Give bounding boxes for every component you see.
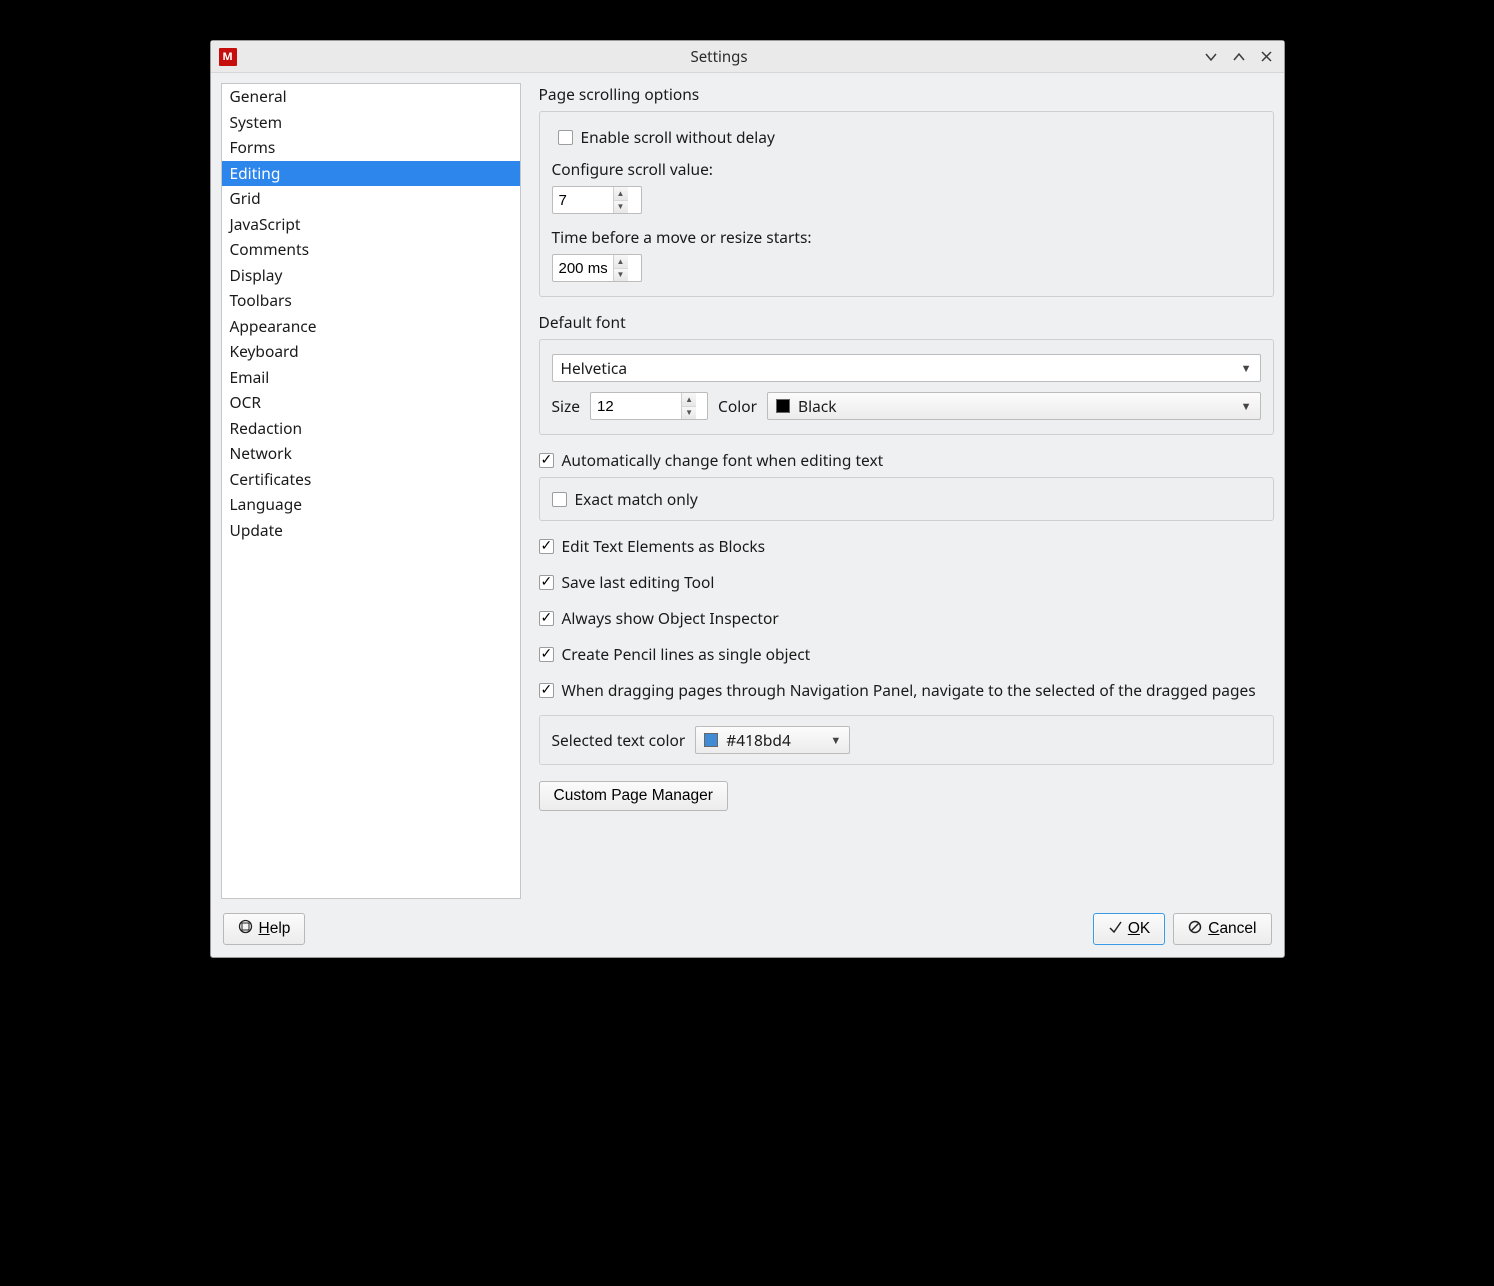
- titlebar: Settings: [211, 41, 1284, 73]
- sidebar-item-comments[interactable]: Comments: [222, 237, 520, 263]
- exact-match-checkbox[interactable]: Exact match only: [552, 488, 1261, 510]
- editing-flags-list: Edit Text Elements as Blocks Save last ed…: [539, 535, 1274, 701]
- settings-content: Page scrolling options Enable scroll wit…: [521, 83, 1274, 899]
- spinner-up-icon[interactable]: ▲: [614, 187, 628, 201]
- minimize-icon[interactable]: [1202, 48, 1220, 66]
- enable-scroll-label: Enable scroll without delay: [581, 126, 775, 148]
- sidebar-item-grid[interactable]: Grid: [222, 186, 520, 212]
- exact-match-input[interactable]: [552, 492, 567, 507]
- spinner-up-icon[interactable]: ▲: [682, 393, 696, 407]
- sidebar-item-display[interactable]: Display: [222, 263, 520, 289]
- font-family-combo[interactable]: Helvetica ▼: [552, 354, 1261, 382]
- app-icon: [219, 48, 237, 66]
- help-icon: [238, 919, 253, 939]
- cancel-icon: [1188, 920, 1202, 939]
- help-button[interactable]: Help: [223, 913, 306, 945]
- font-size-input[interactable]: [591, 393, 681, 419]
- enable-scroll-input[interactable]: [558, 130, 573, 145]
- sidebar-item-language[interactable]: Language: [222, 492, 520, 518]
- flag-input-4[interactable]: [539, 683, 554, 698]
- sidebar-item-editing[interactable]: Editing: [222, 161, 520, 187]
- scroll-value-spinner[interactable]: ▲ ▼: [552, 186, 642, 214]
- flag-input-3[interactable]: [539, 647, 554, 662]
- cancel-label: Cancel: [1208, 920, 1256, 938]
- chevron-down-icon: ▼: [1241, 399, 1252, 414]
- selected-text-color-label: Selected text color: [552, 729, 686, 751]
- color-swatch-icon: [704, 733, 718, 747]
- font-color-value: Black: [798, 395, 1233, 417]
- flag-input-1[interactable]: [539, 575, 554, 590]
- flag-checkbox-3[interactable]: Create Pencil lines as single object: [539, 643, 811, 665]
- font-size-label: Size: [552, 395, 581, 417]
- resize-delay-spinner[interactable]: ▲ ▼: [552, 254, 642, 282]
- sidebar-item-update[interactable]: Update: [222, 518, 520, 544]
- spinner-down-icon[interactable]: ▼: [614, 201, 628, 214]
- selected-text-color-combo[interactable]: #418bd4 ▼: [695, 726, 850, 754]
- help-label: Help: [259, 920, 291, 938]
- exact-match-label: Exact match only: [575, 488, 698, 510]
- flag-input-0[interactable]: [539, 539, 554, 554]
- auto-font-label: Automatically change font when editing t…: [562, 449, 884, 471]
- font-color-label: Color: [718, 395, 757, 417]
- chevron-down-icon: ▼: [1241, 361, 1252, 376]
- sidebar-item-forms[interactable]: Forms: [222, 135, 520, 161]
- selected-text-color-group: Selected text color #418bd4 ▼: [539, 715, 1274, 765]
- sidebar-item-redaction[interactable]: Redaction: [222, 416, 520, 442]
- flag-checkbox-4[interactable]: When dragging pages through Navigation P…: [539, 679, 1256, 701]
- ok-label: OK: [1128, 920, 1150, 938]
- flag-checkbox-0[interactable]: Edit Text Elements as Blocks: [539, 535, 766, 557]
- enable-scroll-checkbox[interactable]: Enable scroll without delay: [558, 126, 775, 148]
- configure-scroll-label: Configure scroll value:: [552, 158, 713, 180]
- auto-font-input[interactable]: [539, 453, 554, 468]
- scroll-section-title: Page scrolling options: [539, 83, 1274, 105]
- sidebar-item-keyboard[interactable]: Keyboard: [222, 339, 520, 365]
- font-section-title: Default font: [539, 311, 1274, 333]
- sidebar-item-toolbars[interactable]: Toolbars: [222, 288, 520, 314]
- maximize-icon[interactable]: [1230, 48, 1248, 66]
- auto-font-checkbox[interactable]: Automatically change font when editing t…: [539, 449, 884, 471]
- font-family-value: Helvetica: [561, 357, 1233, 379]
- flag-label-0: Edit Text Elements as Blocks: [562, 535, 766, 557]
- sidebar-item-general[interactable]: General: [222, 84, 520, 110]
- font-color-combo[interactable]: Black ▼: [767, 392, 1261, 420]
- exact-match-group: Exact match only: [539, 477, 1274, 521]
- spinner-down-icon[interactable]: ▼: [614, 269, 628, 282]
- flag-label-3: Create Pencil lines as single object: [562, 643, 811, 665]
- sidebar-item-network[interactable]: Network: [222, 441, 520, 467]
- sidebar-item-certificates[interactable]: Certificates: [222, 467, 520, 493]
- resize-delay-label: Time before a move or resize starts:: [552, 226, 812, 248]
- cancel-button[interactable]: Cancel: [1173, 913, 1271, 945]
- dialog-footer: Help OK Cancel: [211, 909, 1284, 957]
- flag-label-1: Save last editing Tool: [562, 571, 715, 593]
- sidebar-item-ocr[interactable]: OCR: [222, 390, 520, 416]
- scroll-value-input[interactable]: [553, 187, 613, 213]
- flag-input-2[interactable]: [539, 611, 554, 626]
- window-title: Settings: [237, 47, 1202, 67]
- sidebar-item-javascript[interactable]: JavaScript: [222, 212, 520, 238]
- category-sidebar: GeneralSystemFormsEditingGridJavaScriptC…: [221, 83, 521, 899]
- color-swatch-icon: [776, 399, 790, 413]
- flag-label-4: When dragging pages through Navigation P…: [562, 679, 1256, 701]
- check-icon: [1108, 920, 1122, 939]
- flag-label-2: Always show Object Inspector: [562, 607, 779, 629]
- resize-delay-input[interactable]: [553, 255, 613, 281]
- settings-dialog: Settings GeneralSystemFormsEditingGridJa…: [210, 40, 1285, 958]
- close-icon[interactable]: [1258, 48, 1276, 66]
- chevron-down-icon: ▼: [830, 733, 841, 748]
- ok-button[interactable]: OK: [1093, 913, 1165, 945]
- font-group: Helvetica ▼ Size ▲ ▼ Color: [539, 339, 1274, 435]
- custom-page-manager-button[interactable]: Custom Page Manager: [539, 781, 728, 811]
- sidebar-item-appearance[interactable]: Appearance: [222, 314, 520, 340]
- font-size-spinner[interactable]: ▲ ▼: [590, 392, 708, 420]
- scroll-group: Enable scroll without delay Configure sc…: [539, 111, 1274, 297]
- spinner-down-icon[interactable]: ▼: [682, 407, 696, 420]
- flag-checkbox-1[interactable]: Save last editing Tool: [539, 571, 715, 593]
- sidebar-item-system[interactable]: System: [222, 110, 520, 136]
- selected-text-color-value: #418bd4: [726, 729, 822, 751]
- sidebar-item-email[interactable]: Email: [222, 365, 520, 391]
- spinner-up-icon[interactable]: ▲: [614, 255, 628, 269]
- flag-checkbox-2[interactable]: Always show Object Inspector: [539, 607, 779, 629]
